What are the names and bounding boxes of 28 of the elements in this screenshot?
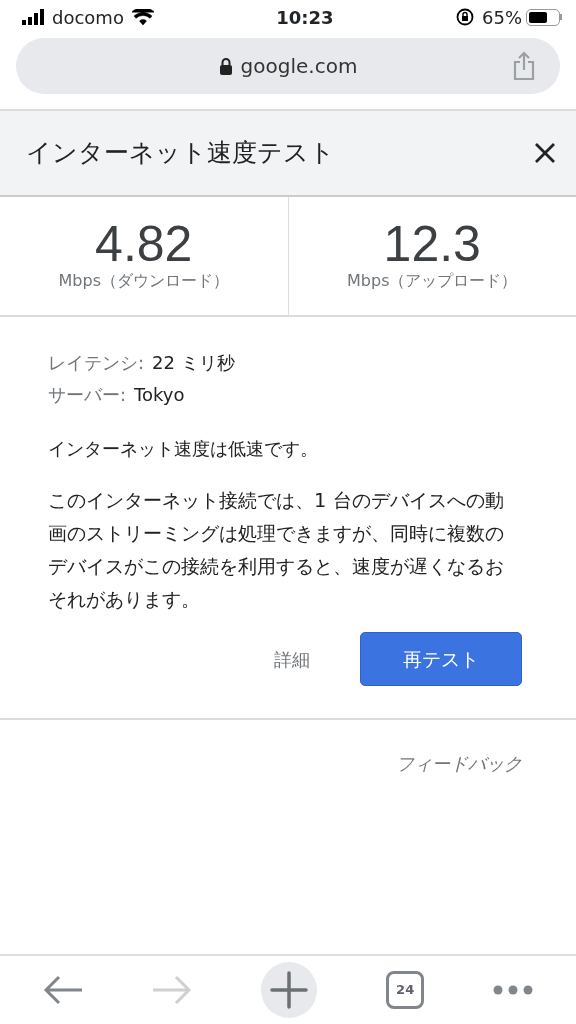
more-icon[interactable] — [493, 985, 534, 995]
carrier-name: docomo — [52, 5, 124, 30]
speed-unit: Mbps（アップロード） — [347, 270, 518, 292]
lock-icon — [218, 57, 233, 75]
detail-label: サーバー: — [48, 383, 127, 407]
result-description: このインターネット接続では、1 台のデバイスへの動画のストリーミングは処理できますが、同時に複数のデバイスがこの接続を利用すると、速度が遅くなるおそれがあります。 — [48, 488, 505, 613]
retest-button[interactable]: 再テスト — [360, 632, 522, 686]
detail-value: Tokyo — [134, 383, 185, 407]
detail-label: レイテンシ: — [48, 351, 145, 375]
tab-count-button[interactable]: 24 — [386, 971, 425, 1009]
battery-percent: 65% — [482, 5, 522, 30]
battery-icon — [526, 8, 562, 26]
share-icon[interactable] — [512, 51, 536, 81]
details-link[interactable]: 詳細 — [274, 645, 310, 673]
close-icon[interactable] — [534, 142, 556, 164]
wifi-icon — [131, 9, 154, 25]
detail-value: 22 ミリ秒 — [152, 351, 235, 375]
card-title: インターネット速度テスト — [26, 137, 335, 170]
speed-verdict: インターネット速度は低速です。 — [48, 437, 319, 461]
speed-unit: Mbps（ダウンロード） — [58, 270, 229, 292]
back-arrow-icon[interactable] — [42, 975, 83, 1005]
rotation-lock-icon — [456, 8, 474, 26]
speed-value: 4.82 — [95, 219, 193, 269]
speed-value: 12.3 — [383, 219, 481, 269]
plus-icon — [269, 971, 308, 1009]
url-text[interactable]: google.com — [240, 51, 358, 81]
feedback-link[interactable]: フィードバック — [396, 753, 522, 774]
clock-time: 10:23 — [276, 6, 334, 28]
